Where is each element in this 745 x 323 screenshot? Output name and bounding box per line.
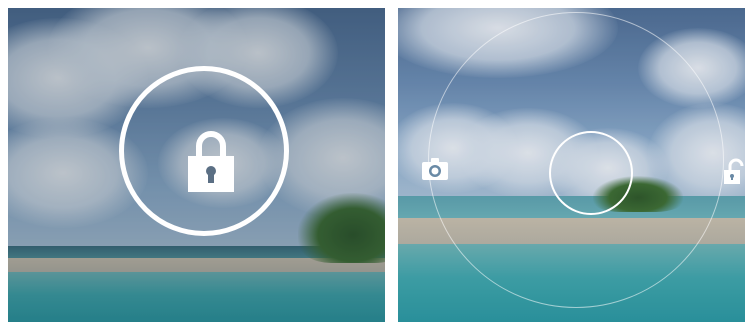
lockscreen-locked <box>8 8 385 322</box>
camera-icon[interactable] <box>422 158 448 180</box>
lockscreen-unlock-ring <box>398 8 745 322</box>
unlock-handle[interactable] <box>549 131 633 215</box>
unlock-icon[interactable] <box>724 158 744 184</box>
lock-icon[interactable] <box>188 128 234 192</box>
